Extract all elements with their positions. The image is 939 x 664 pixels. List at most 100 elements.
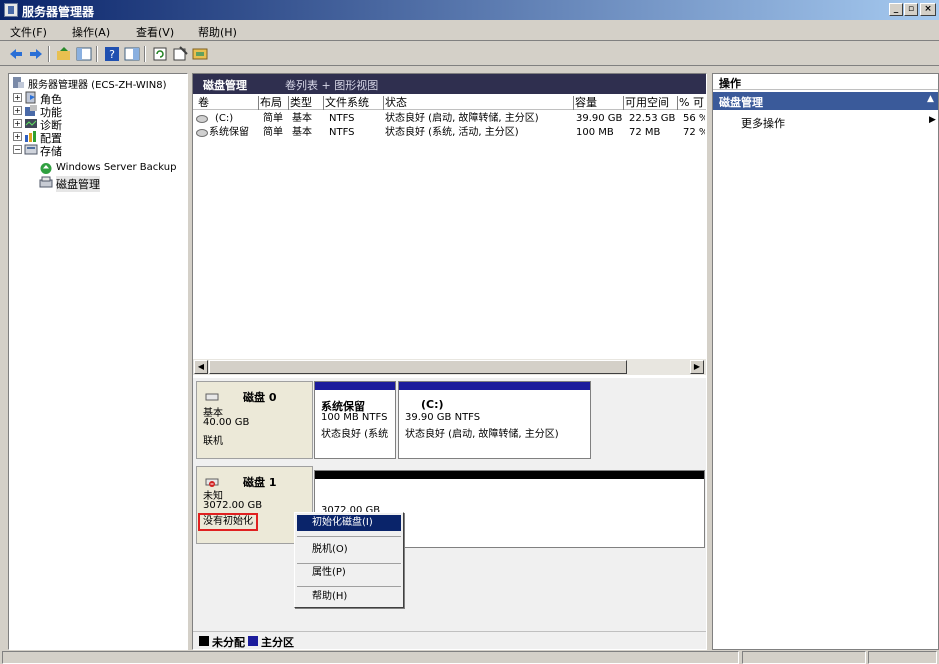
back-arrow-icon[interactable] [8,46,24,62]
more-actions-label: 更多操作 [741,117,785,130]
cell-volume: (C:) [215,113,234,124]
toolbar-separator [48,46,50,62]
disk-0-info[interactable]: 磁盘 0 基本 40.00 GB 联机 [196,381,313,459]
col-filesystem[interactable]: 文件系统 [324,96,384,110]
collapse-icon[interactable]: − [13,145,22,154]
menu-item-offline[interactable]: 脱机(O) [297,542,401,558]
menu-item-initialize-disk[interactable]: 初始化磁盘(I) [297,515,401,531]
more-actions-item[interactable]: 更多操作 ▶ [713,114,938,130]
cell-free: 72 MB [629,127,661,138]
menu-separator [297,536,401,537]
expand-icon[interactable]: + [13,93,22,102]
unallocated-band [315,471,704,479]
expand-icon[interactable]: + [13,106,22,115]
disk-0-size: 40.00 GB [203,417,250,428]
cell-volume: 系统保留 [209,127,249,138]
tree-root[interactable]: 服务器管理器 (ECS-ZH-WIN8) [28,76,167,91]
volume-icon [196,129,208,137]
tree-item-windows-server-backup[interactable]: Windows Server Backup [56,162,176,173]
cell-layout: 简单 [263,127,283,138]
col-type[interactable]: 类型 [289,96,324,110]
menu-item-properties[interactable]: 属性(P) [297,565,401,581]
forward-arrow-icon[interactable] [28,46,44,62]
show-hide-tree-icon[interactable] [76,46,92,62]
server-manager-icon [13,77,24,88]
expand-icon[interactable]: + [13,119,22,128]
partition-label: (C:) [421,398,444,411]
view-pane-icon[interactable] [124,46,140,62]
menu-help[interactable]: 帮助(H) [198,24,237,40]
up-folder-icon[interactable] [56,46,72,62]
menu-separator [297,563,401,564]
menu-separator [297,586,401,587]
col-volume[interactable]: 卷 [197,96,259,110]
refresh-icon[interactable] [152,46,168,62]
primary-partition-band [315,382,395,390]
features-icon [25,105,37,116]
actions-title: 操作 [719,77,741,90]
primary-partition-band [399,382,590,390]
col-percent-free[interactable]: % 可 [678,96,706,110]
disk-1-name: 磁盘 1 [243,476,277,489]
cell-type: 基本 [292,127,312,138]
partition-size: 100 MB NTFS [321,412,388,423]
scroll-right-icon[interactable]: ▶ [690,360,704,374]
volume-icon [196,115,208,123]
properties-icon[interactable] [172,46,188,62]
cell-percent: 56 % [683,113,705,124]
disk-1-state: 没有初始化 [198,513,258,531]
legend-primary: 主分区 [261,636,294,649]
navigation-tree: 服务器管理器 (ECS-ZH-WIN8) + 角色 + 功能 + 诊断 + 配置… [8,73,188,650]
toolbar-separator [96,46,98,62]
scroll-left-icon[interactable]: ◀ [194,360,208,374]
partition-system-reserved[interactable]: 系统保留 100 MB NTFS 状态良好 (系统 [314,381,396,459]
col-capacity[interactable]: 容量 [574,96,624,110]
menu-view[interactable]: 查看(V) [136,24,174,40]
help-icon[interactable]: ? [104,46,120,62]
disk-1-size: 3072.00 GB [203,500,263,511]
cell-status: 状态良好 (启动, 故障转储, 主分区) [385,113,539,124]
graphical-disk-view: 磁盘 0 基本 40.00 GB 联机 系统保留 100 MB NTFS 状态良… [193,378,706,649]
col-free-space[interactable]: 可用空间 [624,96,678,110]
storage-icon [24,144,38,155]
legend-unallocated: 未分配 [212,636,245,649]
diagnostics-icon [25,119,37,128]
disk-management-icon [39,176,53,188]
chevron-right-icon: ▶ [929,115,936,125]
context-menu: 初始化磁盘(I) 脱机(O) 属性(P) 帮助(H) [294,512,404,608]
scrollbar-thumb[interactable] [209,360,627,374]
disk-settings-icon[interactable] [192,46,208,62]
table-row[interactable]: 系统保留 简单 基本 NTFS 状态良好 (系统, 活动, 主分区) 100 M… [193,126,706,140]
partition-status: 状态良好 (启动, 故障转储, 主分区) [405,429,559,440]
cell-filesystem: NTFS [329,127,355,138]
menu-file[interactable]: 文件(F) [10,24,47,40]
actions-section-header[interactable]: 磁盘管理 ▲ [713,92,938,110]
close-button[interactable]: × [920,3,936,16]
disk-management-pane: 磁盘管理 卷列表 + 图形视图 卷 布局 类型 文件系统 状态 容量 可用空间 … [192,73,707,650]
window-title: 服务器管理器 [22,5,95,19]
minimize-button[interactable]: _ [889,3,903,16]
col-status[interactable]: 状态 [384,96,574,110]
cell-percent: 72 % [683,127,705,138]
cell-status: 状态良好 (系统, 活动, 主分区) [385,127,519,138]
partition-c-drive[interactable]: (C:) 39.90 GB NTFS 状态良好 (启动, 故障转储, 主分区) [398,381,591,459]
tree-item-storage[interactable]: 存储 [40,143,62,159]
cell-capacity: 39.90 GB [576,113,623,124]
status-panel [868,651,937,664]
tree-item-disk-management[interactable]: 磁盘管理 [56,176,100,192]
primary-swatch [248,636,258,646]
cell-capacity: 100 MB [576,127,614,138]
disk-icon [205,393,219,401]
collapse-up-icon[interactable]: ▲ [927,94,934,104]
cell-filesystem: NTFS [329,113,355,124]
roles-icon [25,91,36,104]
menu-item-help[interactable]: 帮助(H) [297,589,401,605]
col-layout[interactable]: 布局 [259,96,289,110]
menu-action[interactable]: 操作(A) [72,24,110,40]
horizontal-scrollbar[interactable]: ◀ ▶ [193,359,706,375]
table-row[interactable]: (C:) 简单 基本 NTFS 状态良好 (启动, 故障转储, 主分区) 39.… [193,112,706,126]
maximize-button[interactable]: ▫ [904,3,918,16]
menu-bar: 文件(F) 操作(A) 查看(V) 帮助(H) [0,20,939,41]
actions-header: 操作 [713,74,938,90]
expand-icon[interactable]: + [13,132,22,141]
